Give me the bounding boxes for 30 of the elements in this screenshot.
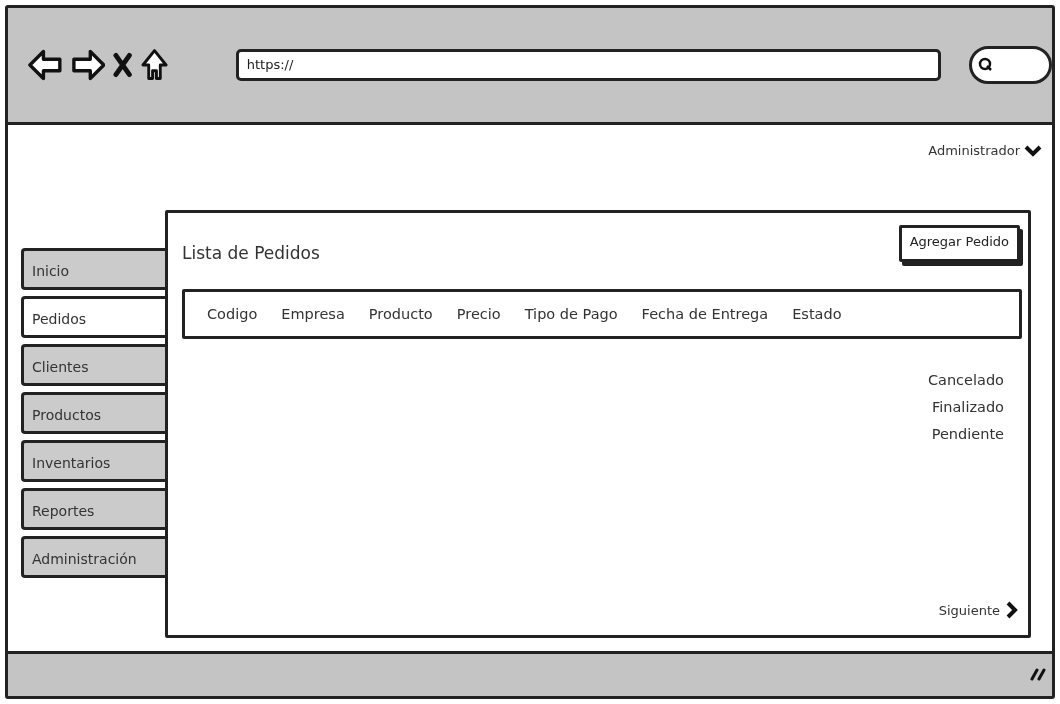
next-link[interactable]: Siguiente — [938, 601, 1018, 619]
column-header: Producto — [368, 306, 433, 322]
sidebar-tab[interactable]: Pedidos — [21, 296, 165, 338]
column-header: Precio — [456, 306, 501, 322]
resize-grip-icon[interactable] — [1030, 667, 1046, 683]
close-icon[interactable] — [113, 52, 133, 78]
forward-arrow-icon[interactable] — [70, 48, 106, 82]
chevron-down-icon[interactable] — [1024, 144, 1042, 157]
sidebar-tab[interactable]: Clientes — [21, 344, 165, 386]
column-header: Empresa — [281, 306, 345, 322]
column-header: Fecha de Entrega — [641, 306, 769, 322]
home-icon[interactable] — [140, 48, 168, 82]
sidebar-tab[interactable]: Administración — [21, 536, 165, 578]
sidebar-tab[interactable]: Inicio — [21, 248, 165, 290]
url-field[interactable]: https:// — [235, 49, 941, 81]
sidebar-tab[interactable]: Inventarios — [21, 440, 165, 482]
user-menu[interactable]: Administrador — [928, 143, 1020, 158]
status-text: Cancelado — [927, 371, 1004, 390]
chevron-right-icon[interactable] — [1006, 601, 1018, 619]
back-arrow-icon[interactable] — [28, 48, 63, 82]
column-header: Estado — [792, 306, 842, 322]
sidebar-tab[interactable]: Reportes — [21, 488, 165, 530]
column-header: Tipo de Pago — [524, 306, 618, 322]
column-header: Codigo — [207, 306, 258, 322]
status-text: Finalizado — [931, 398, 1004, 417]
search-field[interactable] — [968, 46, 1052, 84]
status-text: Pendiente — [931, 425, 1004, 444]
search-icon — [977, 57, 994, 73]
sidebar-tab[interactable]: Productos — [21, 392, 165, 434]
panel-title: Lista de Pedidos — [182, 243, 320, 263]
